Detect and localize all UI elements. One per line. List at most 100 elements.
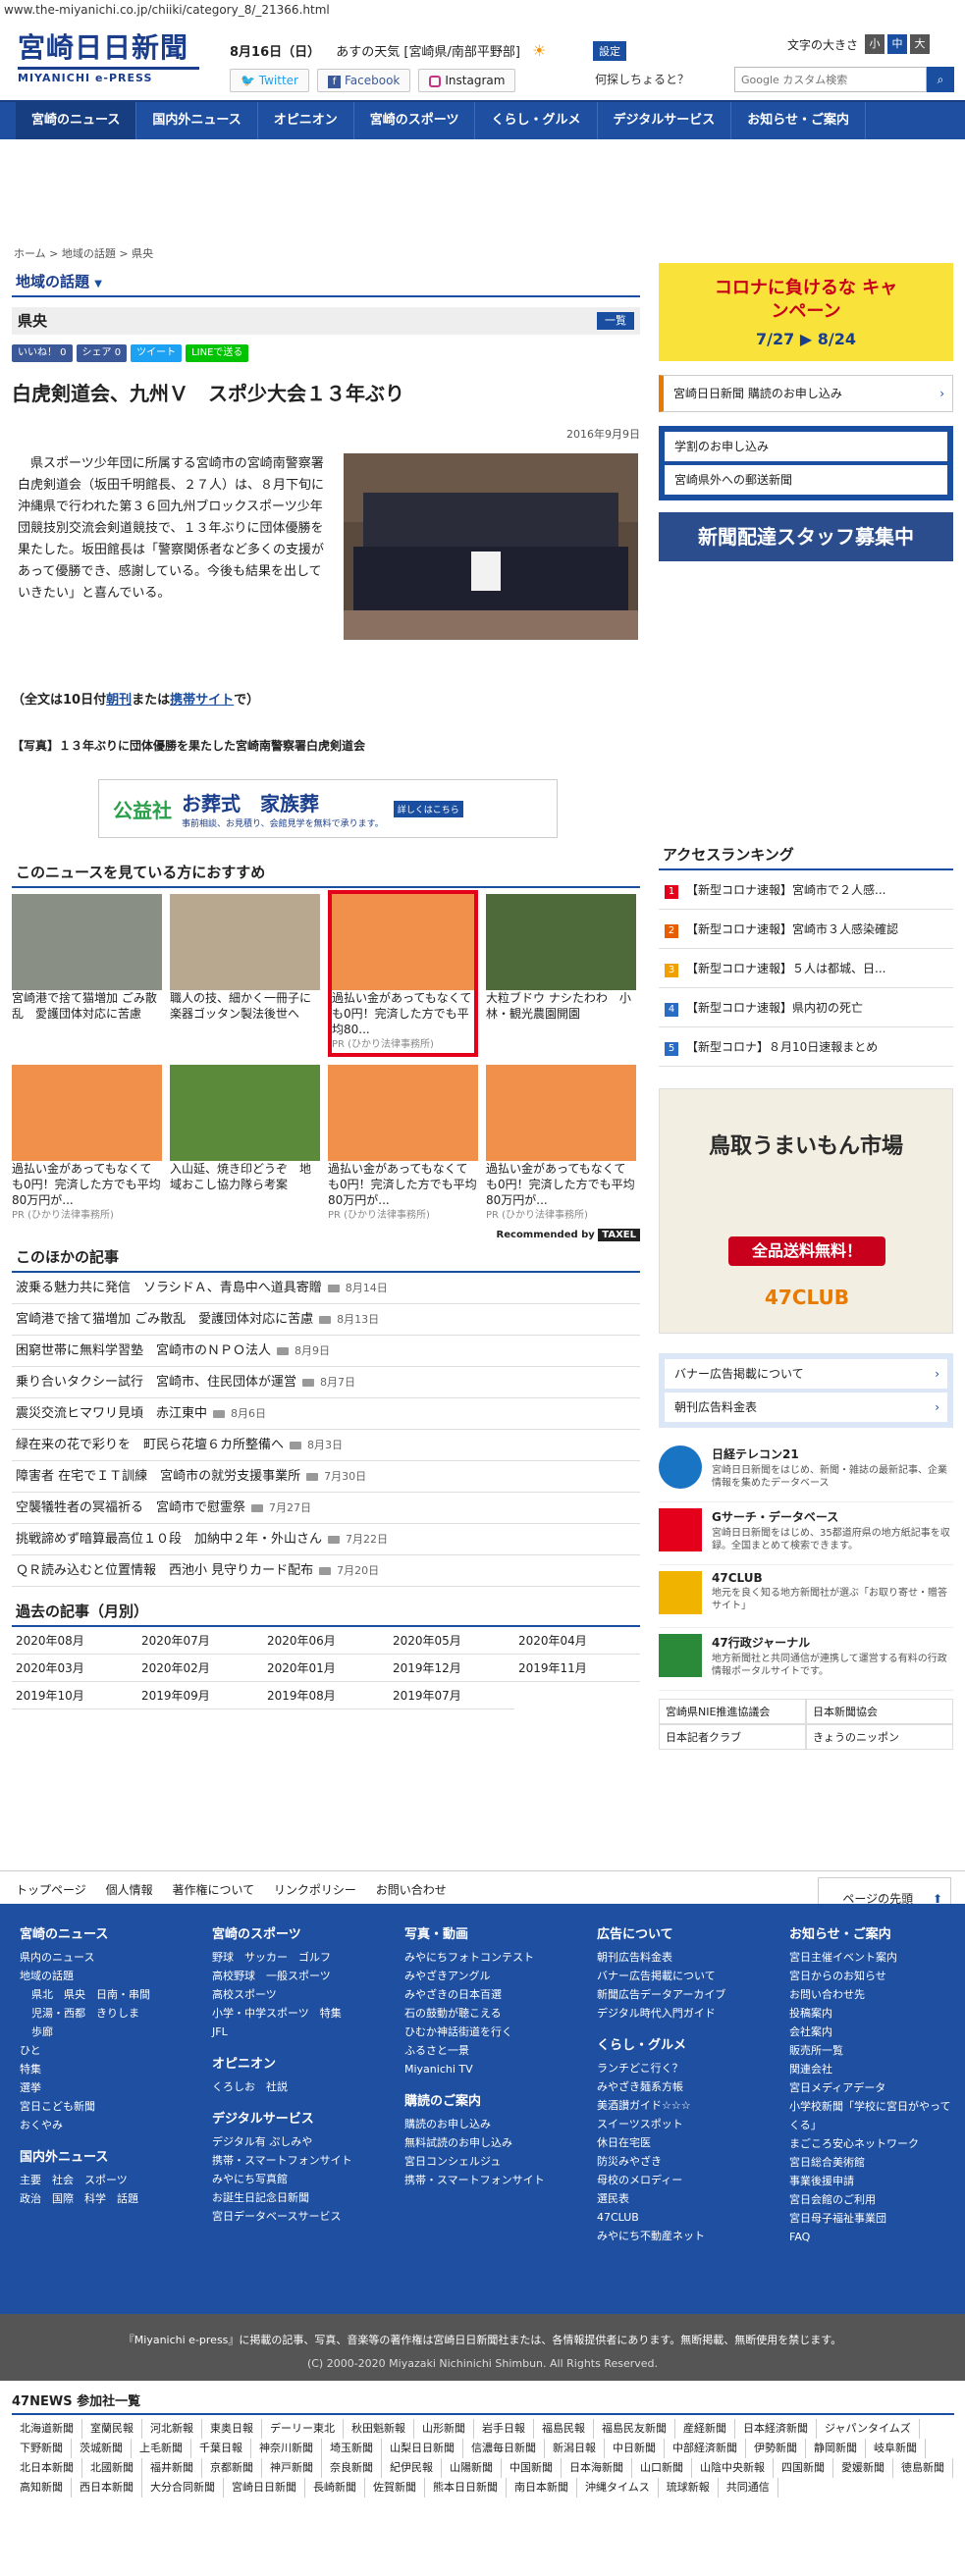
footer-link[interactable]: バナー広告掲載について [597,1967,774,1985]
footer-link[interactable]: 宮日データベースサービス [212,2207,389,2226]
news47-paper-link[interactable]: 産経新聞 [675,2419,735,2439]
footer-link[interactable]: 会社案内 [789,2023,956,2041]
footer-link[interactable]: 高校野球 一般スポーツ [212,1967,389,1985]
ranking-item[interactable]: 5 【新型コロナ】８月10日速報まとめ [659,1027,953,1067]
search-input[interactable] [734,67,927,92]
font-medium-button[interactable]: 中 [887,34,908,54]
recommend-item[interactable]: 入山延、焼き印どうぞ 地域おこし協力隊ら考案 [170,1065,320,1224]
news47-paper-link[interactable]: 山梨日日新聞 [382,2439,463,2458]
month-link[interactable]: 2020年02月 [137,1655,263,1682]
footer-link[interactable]: ふるさと一景 [404,2041,581,2060]
month-link[interactable]: 2019年11月 [514,1655,640,1682]
morning-edition-link[interactable]: 朝刊 [106,693,132,708]
font-large-button[interactable]: 大 [910,34,931,54]
recommend-item[interactable]: 宮崎港で捨て猫増加 ごみ散乱 愛護団体対応に苦慮 [12,894,162,1057]
other-article-item[interactable]: 乗り合いタクシー試行 宮崎市、住民団体が運営 8月7日 [12,1367,640,1398]
news47-paper-link[interactable]: 山陽新聞 [442,2458,502,2478]
facebook-link[interactable]: f Facebook [316,69,411,92]
corona-campaign-ad[interactable]: コロナに負けるな キャンペーン 7/27 ▶ 8/24 [659,263,953,361]
footer-link[interactable]: 県内のニュース [20,1948,196,1967]
service-item[interactable]: Gサーチ・データベース 宮崎日日新聞をはじめ、35都道府県の地方紙記事を収録。全国… [659,1502,953,1565]
footer-link[interactable]: デジタル時代入門ガイド [597,2004,774,2023]
service-item[interactable]: 日経テレコン21 宮崎日日新聞をはじめ、新聞・雑誌の最新記事、企業情報を集めたデー… [659,1440,953,1502]
footer-link[interactable]: みやざきアングル [404,1967,581,1985]
footer-link[interactable]: お問い合わせ先 [789,1985,956,2004]
related-link[interactable]: 日本新聞協会 [806,1699,953,1724]
footer-link[interactable]: 政治 国際 科学 話題 [20,2189,196,2208]
news47-paper-link[interactable]: 中部経済新聞 [665,2439,746,2458]
footer-link[interactable]: 無料試読のお申し込み [404,2133,581,2152]
footer-link[interactable]: みやにち写真館 [212,2170,389,2188]
footer-col-title[interactable]: 購読のご案内 [404,2090,581,2109]
footer-link[interactable]: 小学・中学スポーツ 特集 [212,2004,389,2023]
ranking-item[interactable]: 4 【新型コロナ速報】県内初の死亡 [659,988,953,1027]
footer-link[interactable]: FAQ [789,2228,956,2246]
news47-paper-link[interactable]: 沖縄タイムス [577,2478,659,2497]
news47-paper-link[interactable]: デーリー東北 [262,2419,344,2439]
footer-col-title[interactable]: 写真・動画 [404,1923,581,1942]
footer-link[interactable]: みやざき麺系方帳 [597,2077,774,2096]
news47-paper-link[interactable]: 佐賀新聞 [365,2478,425,2497]
footer-link[interactable]: みやざきの日本百選 [404,1985,581,2004]
related-link[interactable]: 宮崎県NIE推進協議会 [659,1699,806,1724]
news47-paper-link[interactable]: 山形新聞 [414,2419,474,2439]
outside-pref-delivery-link[interactable]: 宮崎県外への郵送新聞 [665,465,947,495]
news47-paper-link[interactable]: 奈良新聞 [322,2458,382,2478]
other-article-item[interactable]: 空襲犠牲者の冥福祈る 宮崎市で慰霊祭 7月27日 [12,1493,640,1524]
other-article-item[interactable]: ＱＲ読み込むと位置情報 西池小 見守りカード配布 7月20日 [12,1555,640,1587]
news47-paper-link[interactable]: 岩手日報 [474,2419,534,2439]
month-link[interactable]: 2020年05月 [389,1627,514,1655]
tweet-button[interactable]: ツイート [131,344,183,362]
footer-col-title[interactable]: くらし・グルメ [597,2034,774,2053]
news47-paper-link[interactable]: 大分合同新聞 [142,2478,224,2497]
nav-miyazaki-news[interactable]: 宮崎のニュース [16,102,137,139]
footer-link[interactable]: 投稿案内 [789,2004,956,2023]
banner-ad-link[interactable]: バナー広告掲載について › [665,1359,947,1389]
footer-col-title[interactable]: 広告について [597,1923,774,1942]
news47-paper-link[interactable]: 南日本新聞 [507,2478,577,2497]
month-link[interactable]: 2020年01月 [263,1655,389,1682]
news47-paper-link[interactable]: 長崎新聞 [305,2478,365,2497]
ranking-item[interactable]: 3 【新型コロナ速報】５人は都城、日... [659,949,953,988]
footer-link[interactable]: 携帯・スマートフォンサイト [404,2171,581,2189]
fb-share-button[interactable]: シェア 0 [76,344,128,362]
news47-paper-link[interactable]: 伊勢新聞 [746,2439,806,2458]
footer-link[interactable]: お誕生日記念日新聞 [212,2188,389,2207]
other-article-item[interactable]: 波乗る魅力共に発信 ソラシドＡ、青島中へ道具寄贈 8月14日 [12,1273,640,1304]
footer-link[interactable]: 携帯・スマートフォンサイト [212,2151,389,2170]
ad-more-button[interactable]: 詳しくはこちら [393,800,463,817]
news47-paper-link[interactable]: 北國新聞 [82,2458,142,2478]
footer-link[interactable]: Miyanichi TV [404,2060,581,2078]
month-link[interactable]: 2020年07月 [137,1627,263,1655]
list-button[interactable]: 一覧 [597,312,634,330]
footer-link[interactable]: スイーツスポット [597,2115,774,2133]
footer-link[interactable]: JFL [212,2023,389,2041]
settings-button[interactable]: 設定 [593,41,626,61]
news47-paper-link[interactable]: 上毛新聞 [132,2439,191,2458]
footer-link[interactable]: くろしお 社説 [212,2077,389,2096]
footer-col-title[interactable]: お知らせ・ご案内 [789,1923,956,1942]
nav-digital[interactable]: デジタルサービス [598,102,732,139]
nav-opinion[interactable]: オピニオン [258,102,354,139]
news47-paper-link[interactable]: 熊本日日新聞 [425,2478,507,2497]
footer-link[interactable]: 47CLUB [597,2208,774,2227]
twitter-link[interactable]: 🐦 Twitter [230,69,309,92]
breadcrumb-home[interactable]: ホーム [14,247,46,260]
news47-paper-link[interactable]: 福島民報 [534,2419,594,2439]
footer-link[interactable]: ひむか神話街道を行く [404,2023,581,2041]
footer-link[interactable]: 石の鼓動が聴こえる [404,2004,581,2023]
news47-paper-link[interactable]: 信濃毎日新聞 [463,2439,545,2458]
delivery-staff-recruit-banner[interactable]: 新聞配達スタッフ募集中 [659,512,953,561]
footer-link[interactable]: 宮日からのお知らせ [789,1967,956,1985]
footer-link[interactable]: 児湯・西都 きりしま [20,2004,196,2023]
news47-paper-link[interactable]: 北日本新聞 [12,2458,82,2478]
ranking-item[interactable]: 1 【新型コロナ速報】宮崎市で２人感... [659,870,953,910]
footer-link-copyright[interactable]: 著作権について [172,1881,254,1898]
footer-link[interactable]: 朝刊広告料金表 [597,1948,774,1967]
footer-link[interactable]: 小学校新聞「学校に宮日がやってくる」 [789,2097,956,2134]
footer-link[interactable]: 事業後援申請 [789,2172,956,2190]
news47-paper-link[interactable]: 日本経済新聞 [735,2419,817,2439]
other-article-item[interactable]: 障害者 在宅でＩＴ訓練 宮崎市の就労支援事業所 7月30日 [12,1461,640,1493]
site-logo[interactable]: 宮崎日日新聞 MIYANICHI e-PRESS [18,31,199,92]
footer-link[interactable]: 野球 サッカー ゴルフ [212,1948,389,1967]
